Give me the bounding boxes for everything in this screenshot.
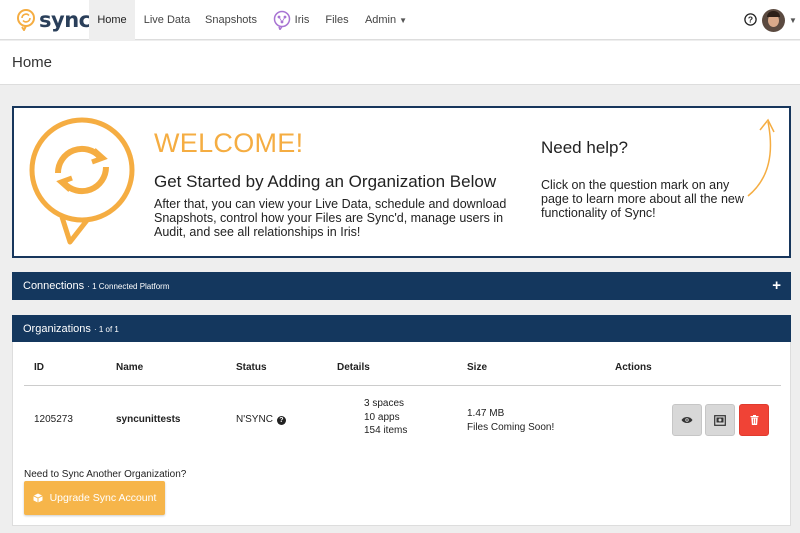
org-size-value: 1.47 MB bbox=[467, 408, 505, 419]
view-live-data-button[interactable] bbox=[672, 404, 702, 436]
sync-another-org-prompt: Need to Sync Another Organization? bbox=[24, 469, 187, 480]
welcome-banner: WELCOME! Get Started by Adding an Organi… bbox=[12, 106, 791, 258]
delete-organization-button[interactable] bbox=[739, 404, 769, 436]
page-header: Home bbox=[0, 41, 800, 85]
need-help-body: Click on the question mark on any page t… bbox=[541, 178, 744, 220]
eye-icon bbox=[681, 417, 693, 423]
column-header-name: Name bbox=[116, 362, 144, 373]
org-status: N'SYNC? bbox=[236, 414, 286, 425]
sync-large-logo-icon bbox=[29, 117, 135, 245]
connections-title-label: Connections bbox=[23, 280, 85, 292]
org-size: 1.47 MB Files Coming Soon! bbox=[467, 407, 554, 435]
nav-iris[interactable]: Iris bbox=[266, 0, 316, 40]
upgrade-sync-account-label: Upgrade Sync Account bbox=[49, 492, 157, 504]
org-status-label: N'SYNC bbox=[236, 414, 273, 425]
connections-panel-header[interactable]: Connections · 1 Connected Platform + bbox=[12, 272, 791, 300]
sync-logo-icon bbox=[17, 9, 35, 31]
column-header-details: Details bbox=[337, 362, 370, 373]
logo-text: sync bbox=[39, 8, 91, 32]
organizations-title: Organizations · 1 of 1 bbox=[23, 323, 119, 335]
nav-admin-dropdown[interactable]: Admin ▼ bbox=[359, 0, 413, 40]
caret-down-icon: ▼ bbox=[399, 16, 408, 25]
nav-snapshots-label: Snapshots bbox=[205, 14, 257, 26]
org-details-items: 154 items bbox=[364, 425, 408, 436]
need-help-heading: Need help? bbox=[541, 138, 628, 157]
org-details-apps: 10 apps bbox=[364, 411, 400, 423]
organizations-title-label: Organizations bbox=[23, 323, 91, 335]
welcome-subheading: Get Started by Adding an Organization Be… bbox=[154, 172, 497, 191]
org-name: syncunittests bbox=[116, 414, 181, 425]
add-connection-plus-icon[interactable]: + bbox=[772, 277, 781, 294]
column-header-status: Status bbox=[236, 362, 267, 373]
connections-title: Connections · 1 Connected Platform bbox=[23, 280, 169, 292]
svg-text:?: ? bbox=[748, 15, 753, 25]
help-question-icon[interactable]: ? bbox=[744, 13, 757, 26]
snapshot-button[interactable] bbox=[705, 404, 735, 436]
organizations-panel-header: Organizations · 1 of 1 bbox=[12, 315, 791, 343]
table-header-divider bbox=[24, 385, 781, 386]
column-header-id: ID bbox=[34, 362, 44, 373]
snapshot-icon bbox=[714, 414, 726, 426]
connections-subtitle: · 1 Connected Platform bbox=[87, 282, 170, 291]
org-details: 3 spaces 10 apps 154 items bbox=[364, 397, 407, 438]
avatar-hair bbox=[767, 11, 780, 17]
organizations-panel-body: ID Name Status Details Size Actions 1205… bbox=[12, 342, 791, 526]
nav-live-data[interactable]: Live Data bbox=[138, 0, 196, 40]
nav-home[interactable]: Home bbox=[89, 0, 135, 40]
upgrade-sync-account-button[interactable]: Upgrade Sync Account bbox=[24, 481, 165, 515]
top-navbar: sync Home Live Data Snapshots Iris Files… bbox=[0, 0, 800, 40]
nav-files-label: Files bbox=[325, 14, 349, 26]
arrow-up-icon bbox=[747, 118, 775, 197]
cube-icon bbox=[32, 493, 43, 503]
nav-files[interactable]: Files bbox=[318, 0, 356, 40]
organizations-subtitle: · 1 of 1 bbox=[93, 325, 119, 334]
page-title: Home bbox=[12, 54, 53, 71]
nav-live-data-label: Live Data bbox=[143, 14, 191, 26]
org-files-note: Files Coming Soon! bbox=[467, 422, 555, 433]
nav-admin-label: Admin bbox=[364, 14, 397, 26]
org-details-spaces: 3 spaces bbox=[364, 398, 405, 409]
welcome-heading: WELCOME! bbox=[154, 128, 304, 158]
user-avatar[interactable] bbox=[762, 9, 785, 32]
nav-home-label: Home bbox=[97, 14, 127, 26]
column-header-actions: Actions bbox=[615, 362, 652, 373]
trash-icon bbox=[750, 415, 758, 425]
status-help-icon[interactable]: ? bbox=[276, 416, 286, 425]
column-header-size: Size bbox=[467, 362, 488, 373]
nav-snapshots[interactable]: Snapshots bbox=[199, 0, 263, 40]
welcome-body-text: After that, you can view your Live Data,… bbox=[154, 197, 507, 239]
sync-logo[interactable]: sync bbox=[16, 8, 91, 32]
avatar-caret-down-icon[interactable]: ▼ bbox=[789, 16, 797, 25]
org-id: 1205273 bbox=[34, 414, 73, 425]
iris-icon bbox=[273, 10, 290, 30]
nav-iris-label: Iris bbox=[294, 14, 310, 26]
